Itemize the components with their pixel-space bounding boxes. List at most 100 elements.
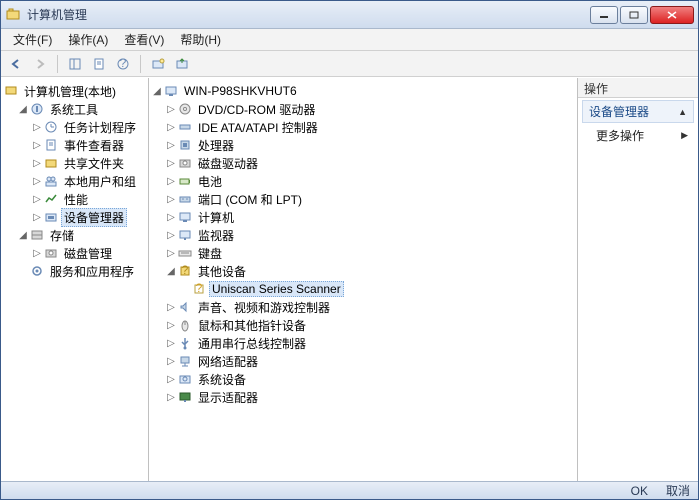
show-hide-tree-button[interactable] <box>64 53 86 75</box>
expand-icon[interactable]: ▷ <box>165 392 177 403</box>
tree-item[interactable]: ▷本地用户和组 <box>3 172 146 190</box>
device-category[interactable]: ▷ 网络适配器 <box>151 352 575 370</box>
titlebar[interactable]: 计算机管理 <box>1 1 698 29</box>
category-label: 声音、视频和游戏控制器 <box>195 298 333 317</box>
content-area: 计算机管理(本地) ◢系统工具▷任务计划程序▷事件查看器▷共享文件夹▷本地用户和… <box>1 77 698 481</box>
item-label: 性能 <box>61 190 91 209</box>
window-root: 计算机管理 文件(F) 操作(A) 查看(V) 帮助(H) ? 计算机管理(本地… <box>0 0 699 500</box>
expand-icon[interactable]: ▷ <box>165 104 177 115</box>
expand-icon[interactable]: ▷ <box>165 194 177 205</box>
category-label: 键盘 <box>195 244 225 263</box>
expand-icon[interactable]: ▷ <box>165 230 177 241</box>
back-button[interactable] <box>5 53 27 75</box>
actions-pane: 操作 设备管理器 ▲ 更多操作 ▶ <box>578 78 698 481</box>
menu-help[interactable]: 帮助(H) <box>172 29 229 50</box>
help-button[interactable]: ? <box>112 53 134 75</box>
statusbar: OK 取消 <box>1 481 698 499</box>
left-pane[interactable]: 计算机管理(本地) ◢系统工具▷任务计划程序▷事件查看器▷共享文件夹▷本地用户和… <box>1 78 149 481</box>
expand-icon[interactable]: ▷ <box>31 158 43 169</box>
tree-item[interactable]: ▷ 事件查看器 <box>3 136 146 154</box>
device-category[interactable]: ▷ 磁盘驱动器 <box>151 154 575 172</box>
category-label: 其他设备 <box>195 262 249 281</box>
expand-icon[interactable]: ▷ <box>31 122 43 133</box>
item-label: 事件查看器 <box>61 136 127 155</box>
tree-group[interactable]: ◢系统工具 <box>3 100 146 118</box>
device-category[interactable]: ▷通用串行总线控制器 <box>151 334 575 352</box>
window-title: 计算机管理 <box>27 6 590 23</box>
expand-icon[interactable]: ▷ <box>165 158 177 169</box>
collapse-icon[interactable]: ◢ <box>151 86 163 97</box>
device-category[interactable]: ▷计算机 <box>151 208 575 226</box>
expand-icon[interactable]: ▷ <box>165 320 177 331</box>
tree-group[interactable]: ◢存储 <box>3 226 146 244</box>
device-category[interactable]: ▷显示适配器 <box>151 388 575 406</box>
actions-context[interactable]: 设备管理器 ▲ <box>582 100 694 123</box>
actions-context-label: 设备管理器 <box>589 103 649 120</box>
expand-icon[interactable]: ▷ <box>165 212 177 223</box>
device-category[interactable]: ▷端口 (COM 和 LPT) <box>151 190 575 208</box>
expand-icon[interactable]: ◢ <box>17 104 29 115</box>
menubar: 文件(F) 操作(A) 查看(V) 帮助(H) <box>1 29 698 51</box>
properties-button[interactable] <box>88 53 110 75</box>
item-icon <box>43 119 59 135</box>
expand-icon[interactable]: ▷ <box>165 176 177 187</box>
device-category[interactable]: ◢?其他设备 <box>151 262 575 280</box>
device-root[interactable]: ◢ WIN-P98SHKVHUT6 <box>151 82 575 100</box>
tree-item[interactable]: ▷共享文件夹 <box>3 154 146 172</box>
device-category[interactable]: ▷电池 <box>151 172 575 190</box>
tree-item[interactable]: ▷ 性能 <box>3 190 146 208</box>
device-category[interactable]: ▷DVD/CD-ROM 驱动器 <box>151 100 575 118</box>
expand-icon[interactable]: ▷ <box>165 248 177 259</box>
device-category[interactable]: ▷系统设备 <box>151 370 575 388</box>
expand-icon[interactable]: ▷ <box>165 302 177 313</box>
svg-text:?: ? <box>120 57 127 70</box>
collapse-icon[interactable]: ▲ <box>678 107 687 117</box>
expand-icon[interactable]: ▷ <box>31 176 43 187</box>
expand-icon[interactable]: ▷ <box>165 122 177 133</box>
item-icon <box>43 173 59 189</box>
category-label: 处理器 <box>195 136 237 155</box>
center-pane[interactable]: ◢ WIN-P98SHKVHUT6 ▷DVD/CD-ROM 驱动器▷IDE AT… <box>149 78 578 481</box>
expand-icon[interactable]: ▷ <box>165 140 177 151</box>
update-driver-button[interactable] <box>171 53 193 75</box>
device-category[interactable]: ▷ 键盘 <box>151 244 575 262</box>
menu-view[interactable]: 查看(V) <box>116 29 172 50</box>
tree-item[interactable]: ▷任务计划程序 <box>3 118 146 136</box>
expand-icon[interactable]: ▷ <box>165 374 177 385</box>
minimize-button[interactable] <box>590 6 618 24</box>
forward-button[interactable] <box>29 53 51 75</box>
device-category[interactable]: ▷监视器 <box>151 226 575 244</box>
expand-icon[interactable]: ▷ <box>31 248 43 259</box>
category-label: 磁盘驱动器 <box>195 154 261 173</box>
expand-icon[interactable]: ◢ <box>17 230 29 241</box>
menu-file[interactable]: 文件(F) <box>5 29 60 50</box>
maximize-button[interactable] <box>620 6 648 24</box>
device-category[interactable]: ▷鼠标和其他指针设备 <box>151 316 575 334</box>
port-icon <box>177 191 193 207</box>
tree-item[interactable]: ▷磁盘管理 <box>3 244 146 262</box>
tree-root[interactable]: 计算机管理(本地) <box>3 82 146 100</box>
device-category[interactable]: ▷ 声音、视频和游戏控制器 <box>151 298 575 316</box>
category-label: 网络适配器 <box>195 352 261 371</box>
tree-root-label: 计算机管理(本地) <box>21 82 119 101</box>
device-item[interactable]: ?Uniscan Series Scanner <box>151 280 575 298</box>
expand-icon[interactable]: ▷ <box>31 140 43 151</box>
device-category[interactable]: ▷IDE ATA/ATAPI 控制器 <box>151 118 575 136</box>
expand-icon[interactable]: ▷ <box>165 356 177 367</box>
menu-action[interactable]: 操作(A) <box>60 29 116 50</box>
unknown-icon: ? <box>191 281 207 297</box>
tree-item[interactable]: ▷ 设备管理器 <box>3 208 146 226</box>
item-icon <box>43 155 59 171</box>
expand-icon[interactable]: ◢ <box>165 266 177 277</box>
more-actions-label: 更多操作 <box>596 127 644 144</box>
device-category[interactable]: ▷ 处理器 <box>151 136 575 154</box>
expand-icon[interactable]: ▷ <box>165 338 177 349</box>
close-button[interactable] <box>650 6 694 24</box>
item-label: 设备管理器 <box>61 208 127 227</box>
expand-icon[interactable]: ▷ <box>31 194 43 205</box>
tree-group[interactable]: 服务和应用程序 <box>3 262 146 280</box>
scan-hardware-button[interactable] <box>147 53 169 75</box>
more-actions[interactable]: 更多操作 ▶ <box>578 123 698 146</box>
expand-icon[interactable]: ▷ <box>31 212 43 223</box>
computer-icon <box>177 209 193 225</box>
